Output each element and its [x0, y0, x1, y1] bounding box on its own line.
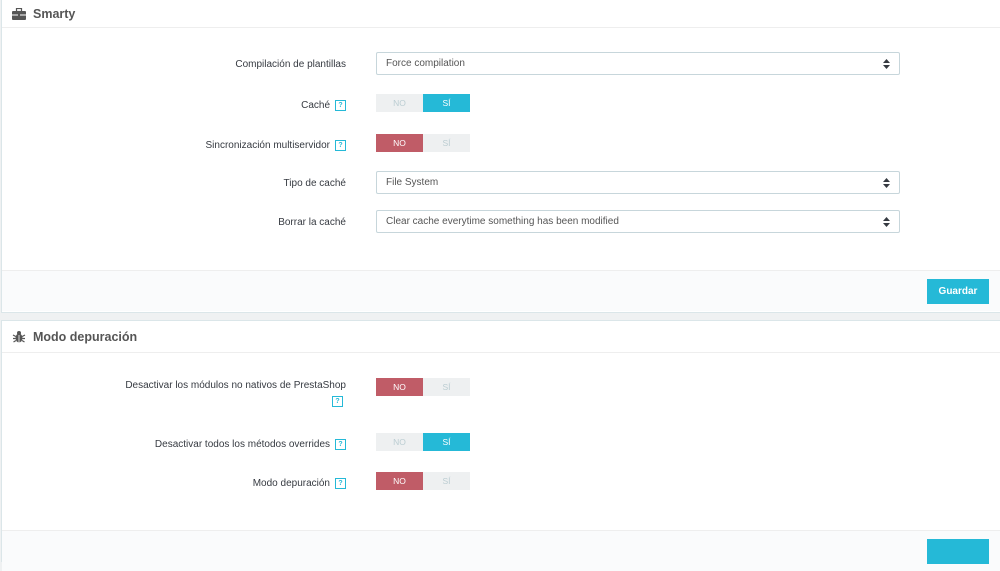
cache-type-value: File System: [386, 177, 439, 188]
disable-non-native-no-option[interactable]: NO: [376, 378, 423, 396]
clear-cache-label: Borrar la caché: [278, 217, 346, 228]
help-icon[interactable]: ?: [335, 478, 346, 489]
multi-sync-label: Sincronización multiservidor?: [206, 133, 346, 158]
bug-icon: [12, 330, 26, 343]
template-compilation-select[interactable]: Force compilation: [376, 52, 900, 75]
cache-toggle: NO SÍ: [376, 94, 470, 112]
debug-panel: Modo depuración Desactivar los módulos n…: [1, 320, 1000, 571]
multi-sync-no-option[interactable]: NO: [376, 134, 423, 152]
clear-cache-value: Clear cache everytime something has been…: [386, 216, 619, 227]
save-button[interactable]: Guardar: [927, 279, 989, 304]
disable-overrides-label: Desactivar todos los métodos overrides?: [155, 432, 346, 457]
disable-overrides-yes-option[interactable]: SÍ: [423, 433, 470, 451]
disable-overrides-row: Desactivar todos los métodos overrides? …: [2, 432, 1000, 457]
debug-panel-header: Modo depuración: [2, 321, 1000, 353]
select-caret-icon: [883, 217, 890, 227]
debug-panel-footer: [2, 530, 1000, 571]
briefcase-icon: [12, 7, 26, 20]
help-icon[interactable]: ?: [335, 439, 346, 450]
template-compilation-row: Compilación de plantillas Force compilat…: [2, 52, 1000, 77]
cache-type-row: Tipo de caché File System: [2, 171, 1000, 196]
template-compilation-value: Force compilation: [386, 58, 465, 69]
smarty-panel-title: Smarty: [33, 6, 76, 21]
cache-yes-option[interactable]: SÍ: [423, 94, 470, 112]
select-caret-icon: [883, 178, 890, 188]
cache-type-select[interactable]: File System: [376, 171, 900, 194]
clear-cache-row: Borrar la caché Clear cache everytime so…: [2, 210, 1000, 235]
multi-sync-yes-option[interactable]: SÍ: [423, 134, 470, 152]
disable-non-native-row: Desactivar los módulos no nativos de Pre…: [2, 377, 1000, 417]
smarty-panel-header: Smarty: [2, 0, 1000, 28]
debug-mode-yes-option[interactable]: SÍ: [423, 472, 470, 490]
disable-non-native-toggle: NO SÍ: [376, 378, 470, 396]
debug-save-button[interactable]: [927, 539, 989, 564]
cache-row: Caché? NO SÍ: [2, 93, 1000, 118]
debug-mode-no-option[interactable]: NO: [376, 472, 423, 490]
disable-non-native-yes-option[interactable]: SÍ: [423, 378, 470, 396]
disable-overrides-no-option[interactable]: NO: [376, 433, 423, 451]
multi-sync-row: Sincronización multiservidor? NO SÍ: [2, 133, 1000, 158]
cache-label: Caché?: [301, 93, 346, 118]
cache-type-label: Tipo de caché: [283, 178, 346, 189]
help-icon[interactable]: ?: [332, 396, 343, 407]
multi-sync-toggle: NO SÍ: [376, 134, 470, 152]
smarty-panel-footer: Guardar: [2, 270, 1000, 311]
help-icon[interactable]: ?: [335, 100, 346, 111]
cache-no-option[interactable]: NO: [376, 94, 423, 112]
debug-mode-toggle: NO SÍ: [376, 472, 470, 490]
help-icon[interactable]: ?: [335, 140, 346, 151]
disable-overrides-toggle: NO SÍ: [376, 433, 470, 451]
disable-non-native-label: Desactivar los módulos no nativos de Pre…: [125, 380, 346, 407]
debug-mode-row: Modo depuración? NO SÍ: [2, 471, 1000, 496]
debug-panel-title: Modo depuración: [33, 329, 138, 344]
clear-cache-select[interactable]: Clear cache everytime something has been…: [376, 210, 900, 233]
select-caret-icon: [883, 59, 890, 69]
template-compilation-label: Compilación de plantillas: [235, 59, 346, 70]
smarty-panel: Smarty Compilación de plantillas Force c…: [1, 0, 1000, 313]
debug-mode-label: Modo depuración?: [253, 471, 346, 496]
